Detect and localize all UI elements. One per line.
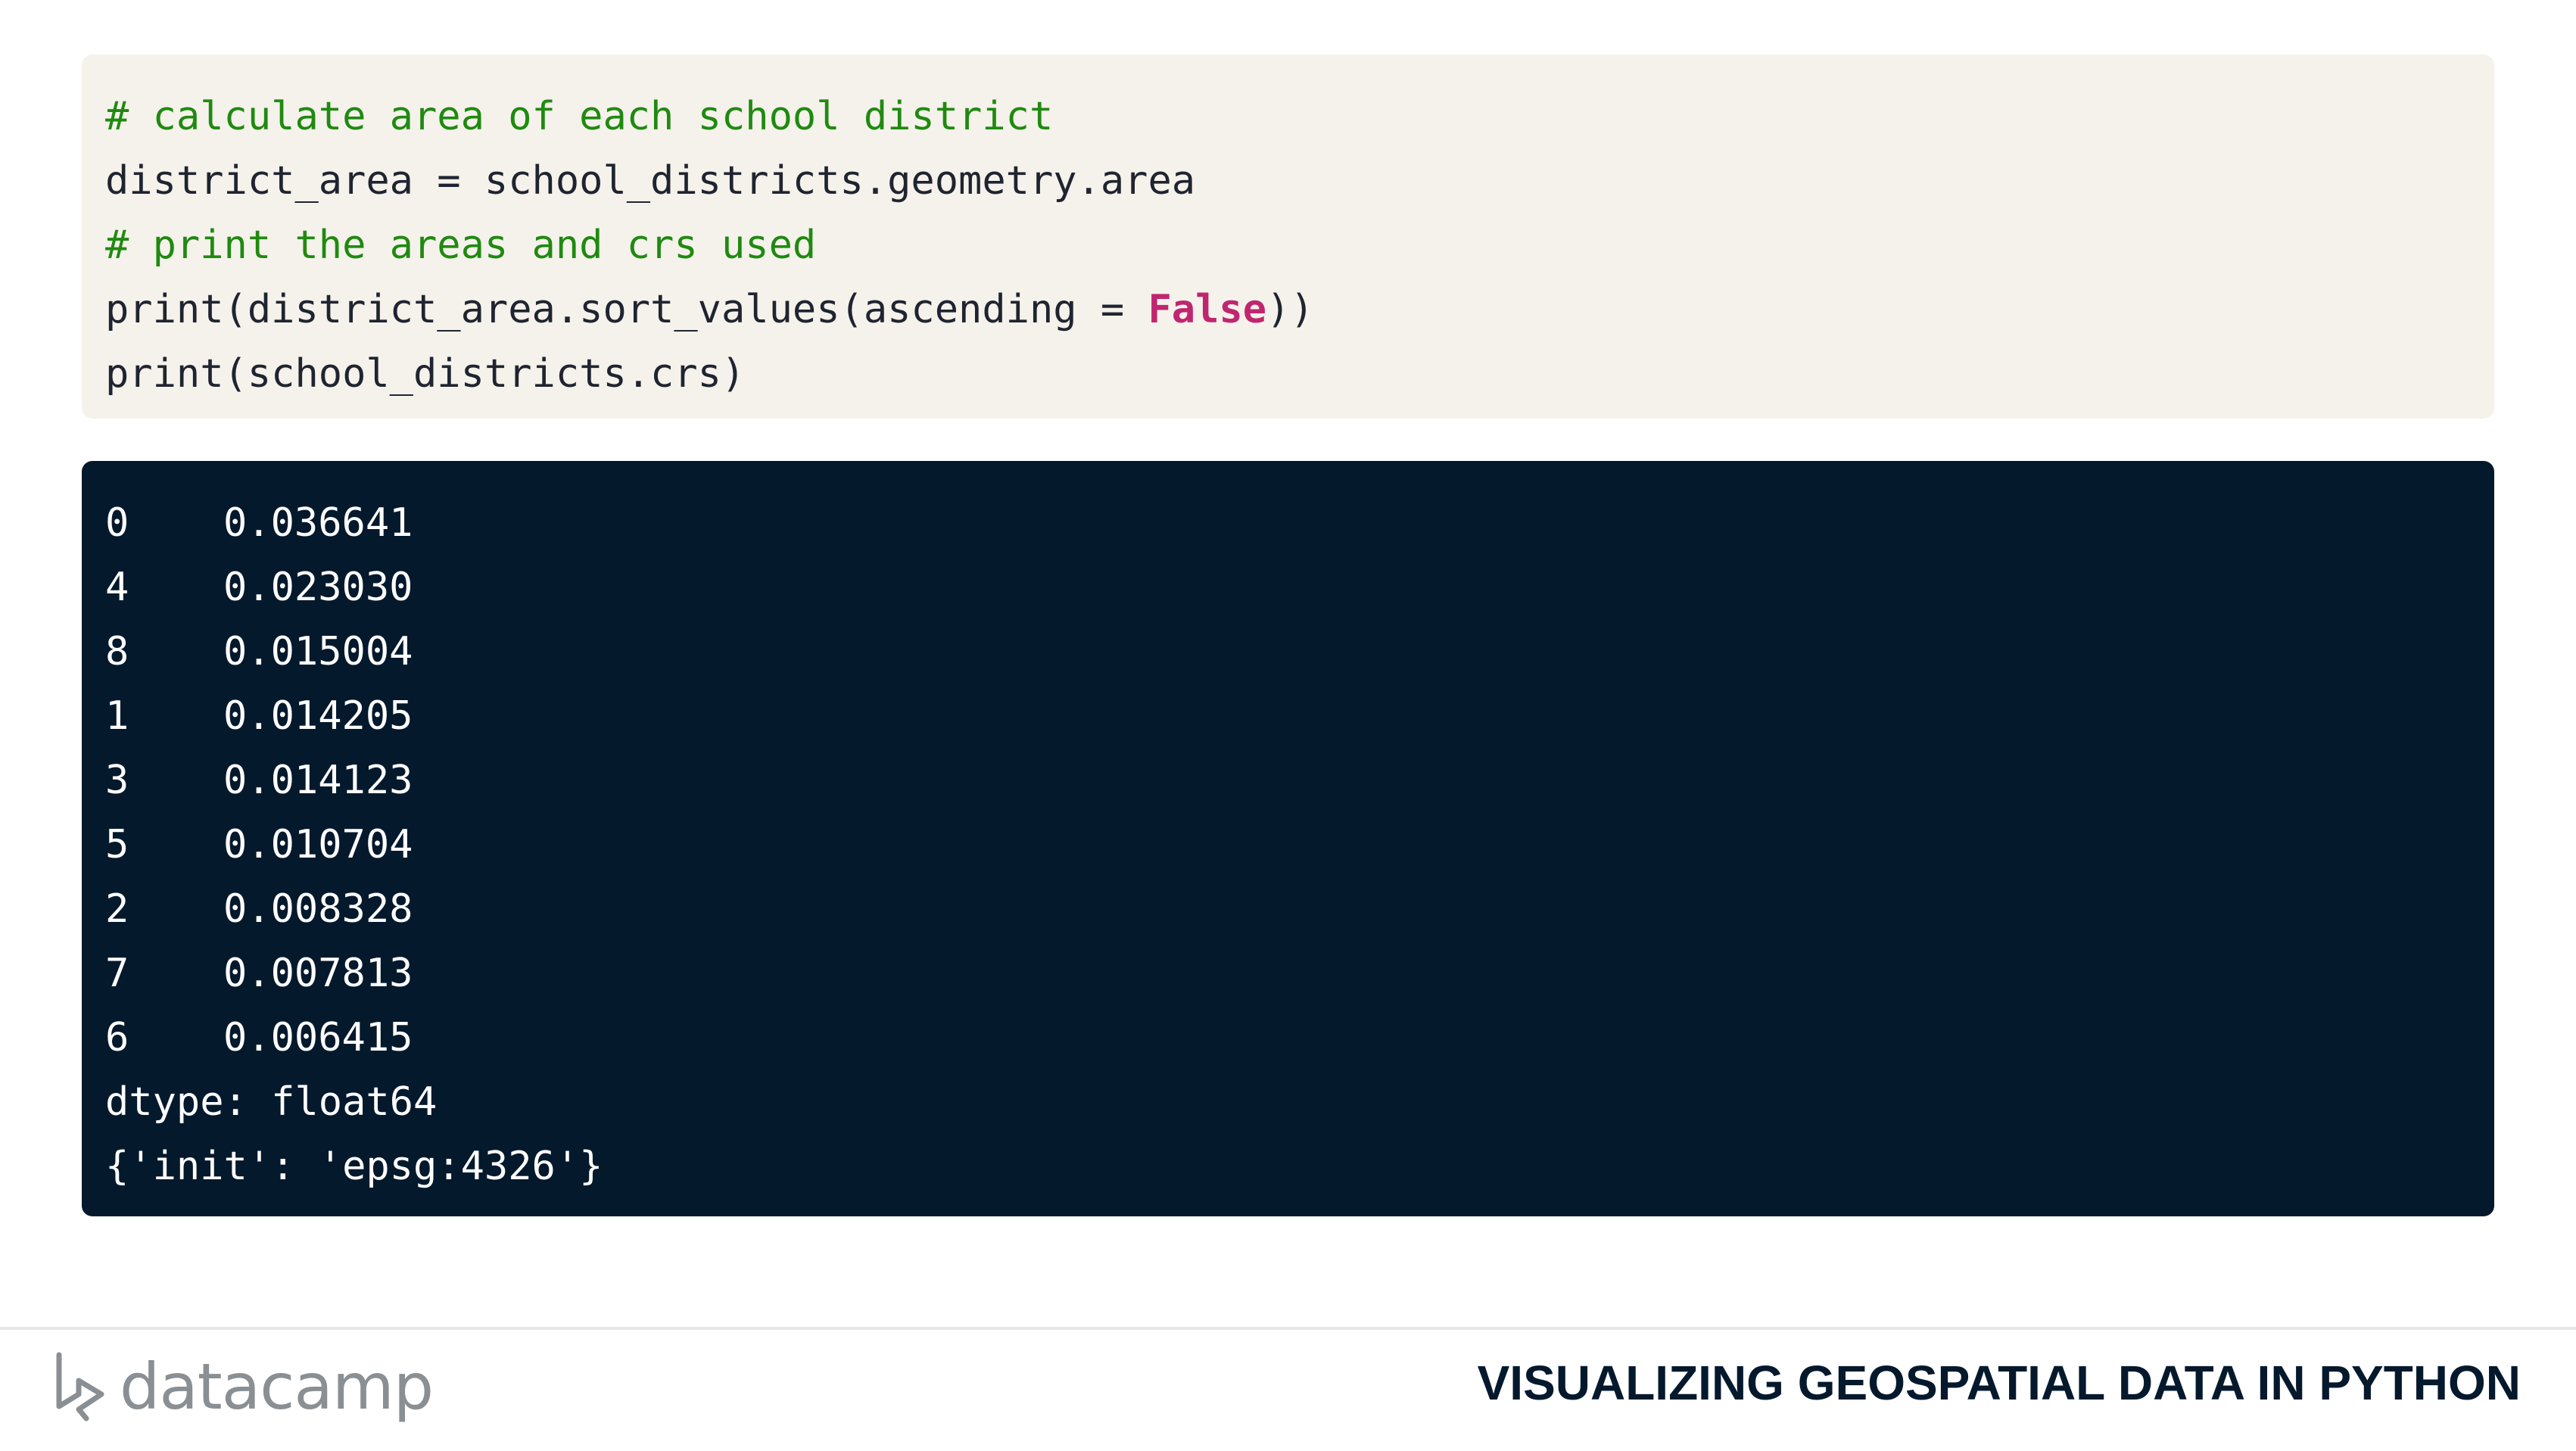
course-title: VISUALIZING GEOSPATIAL DATA IN PYTHON (1477, 1356, 2521, 1410)
output-value: 0.006415 (223, 1015, 413, 1060)
output-value: 0.014123 (223, 758, 413, 803)
output-value: 0.008328 (223, 886, 413, 932)
output-row: 6 0.006415 (105, 1006, 2494, 1070)
output-index: 8 (105, 629, 129, 674)
output-crs: {'init': 'epsg:4326'} (105, 1144, 603, 1189)
output-row: 4 0.023030 (105, 556, 2494, 620)
datacamp-logo-icon (56, 1352, 104, 1421)
code-text: )) (1266, 287, 1314, 332)
output-index: 0 (105, 500, 129, 546)
footer-divider (0, 1327, 2576, 1330)
output-dtype: dtype: float64 (105, 1079, 438, 1125)
code-line: print(district_area.sort_values(ascendin… (105, 278, 2494, 342)
code-comment-line: # print the areas and crs used (105, 223, 817, 268)
output-index: 2 (105, 886, 129, 932)
datacamp-logo: datacamp (53, 1349, 434, 1425)
output-row: 3 0.014123 (105, 749, 2494, 813)
output-row: 1 0.014205 (105, 684, 2494, 749)
output-index: 1 (105, 693, 129, 739)
output-index: 5 (105, 822, 129, 867)
output-row: 0 0.036641 (105, 491, 2494, 556)
output-value: 0.014205 (223, 693, 413, 739)
code-cell: # calculate area of each school district… (82, 54, 2494, 419)
output-cell: 0 0.036641 4 0.023030 8 0.015004 1 0.014205 … (82, 461, 2494, 1216)
code-line: print(school_districts.crs) (105, 351, 746, 397)
output-row: 5 0.010704 (105, 813, 2494, 877)
output-index: 4 (105, 565, 129, 610)
output-index: 6 (105, 1015, 129, 1060)
code-line: district_area = school_districts.geometr… (105, 158, 1196, 204)
code-comment-line: # calculate area of each school district (105, 94, 1054, 139)
output-row: 8 0.015004 (105, 620, 2494, 684)
logo-text: datacamp (120, 1350, 434, 1424)
output-index: 7 (105, 951, 129, 996)
output-index: 3 (105, 758, 129, 803)
output-value: 0.010704 (223, 822, 413, 867)
output-row: 7 0.007813 (105, 942, 2494, 1006)
output-row: 2 0.008328 (105, 877, 2494, 942)
code-text: print(district_area.sort_values(ascendin… (105, 287, 1148, 332)
output-value: 0.015004 (223, 629, 413, 674)
output-value: 0.023030 (223, 565, 413, 610)
code-keyword-false: False (1148, 287, 1267, 332)
output-value: 0.007813 (223, 951, 413, 996)
output-value: 0.036641 (223, 500, 413, 546)
